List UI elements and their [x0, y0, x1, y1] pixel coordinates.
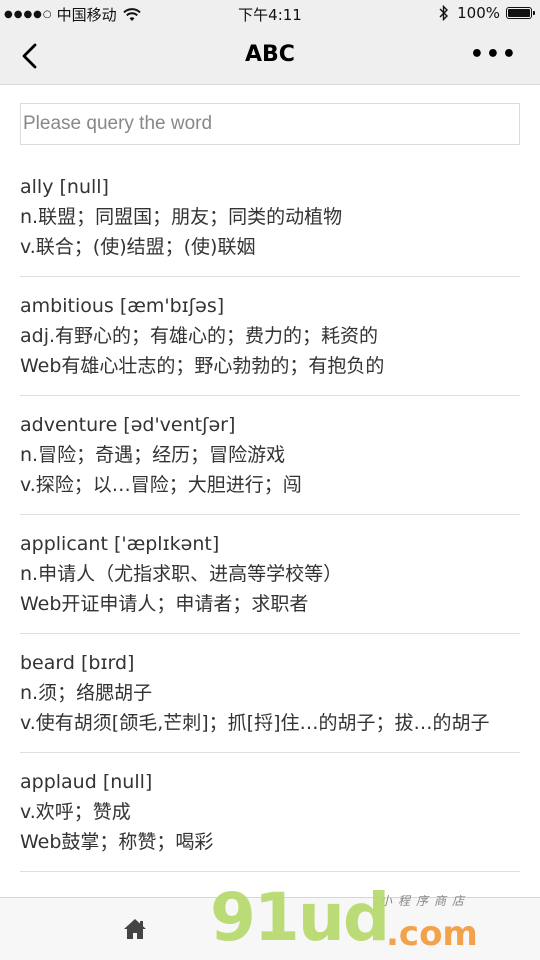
word-list: ally [null] n.联盟；同盟国；朋友；同类的动植物 v.联合；(使)结…	[20, 158, 520, 872]
word-headword: ally [null]	[20, 176, 109, 198]
watermark-logo: 小程序商店 91ud .com	[210, 879, 510, 960]
list-item[interactable]: beard [bɪrd] n.须；络腮胡子 v.使有胡须[颌毛,芒刺]；抓[捋]…	[20, 634, 520, 753]
word-definition: v.使有胡须[颌毛,芒刺]；抓[捋]住…的胡子；拔…的胡子	[20, 712, 490, 734]
list-item[interactable]: applaud [null] v.欢呼；赞成 Web鼓掌；称赞；喝彩	[20, 753, 520, 872]
status-right: 100%	[439, 4, 535, 22]
status-bar: ●●●●○ 中国移动 下午4:11 100%	[0, 0, 540, 28]
page-title: ABC	[245, 42, 295, 67]
battery-icon	[506, 7, 535, 19]
word-definition: Web开证申请人；申请者；求职者	[20, 593, 309, 615]
list-item[interactable]: ally [null] n.联盟；同盟国；朋友；同类的动植物 v.联合；(使)结…	[20, 158, 520, 277]
search-input[interactable]	[20, 103, 520, 145]
word-definition: v.欢呼；赞成	[20, 801, 131, 823]
battery-percent: 100%	[457, 4, 500, 22]
word-definition: Web有雄心壮志的；野心勃勃的；有抱负的	[20, 355, 385, 377]
nav-bar: ABC •••	[0, 28, 540, 85]
watermark-tagline: 小程序商店	[380, 894, 471, 908]
word-definition: n.须；络腮胡子	[20, 682, 153, 704]
word-headword: adventure [əd'ventʃər]	[20, 414, 236, 436]
word-definition: n.联盟；同盟国；朋友；同类的动植物	[20, 206, 343, 228]
word-headword: applicant ['æplɪkənt]	[20, 533, 220, 555]
word-headword: ambitious [æm'bɪʃəs]	[20, 295, 225, 317]
watermark-suffix: .com	[386, 914, 478, 954]
word-headword: applaud [null]	[20, 771, 153, 793]
word-definition: v.联合；(使)结盟；(使)联姻	[20, 236, 256, 258]
word-definition: n.申请人（尤指求职、进高等学校等）	[20, 563, 343, 585]
word-definition: n.冒险；奇遇；经历；冒险游戏	[20, 444, 286, 466]
list-item[interactable]: ambitious [æm'bɪʃəs] adj.有野心的；有雄心的；费力的；耗…	[20, 277, 520, 396]
home-icon[interactable]	[123, 918, 147, 940]
list-item[interactable]: applicant ['æplɪkənt] n.申请人（尤指求职、进高等学校等）…	[20, 515, 520, 634]
word-definition: v.探险；以…冒险；大胆进行；闯	[20, 474, 302, 496]
bluetooth-icon	[439, 5, 449, 21]
word-definition: adj.有野心的；有雄心的；费力的；耗资的	[20, 325, 379, 347]
word-definition: Web鼓掌；称赞；喝彩	[20, 831, 214, 853]
watermark-brand: 91ud	[210, 879, 390, 956]
list-item[interactable]: adventure [əd'ventʃər] n.冒险；奇遇；经历；冒险游戏 v…	[20, 396, 520, 515]
more-dots-icon[interactable]: •••	[470, 44, 518, 66]
word-headword: beard [bɪrd]	[20, 652, 135, 674]
